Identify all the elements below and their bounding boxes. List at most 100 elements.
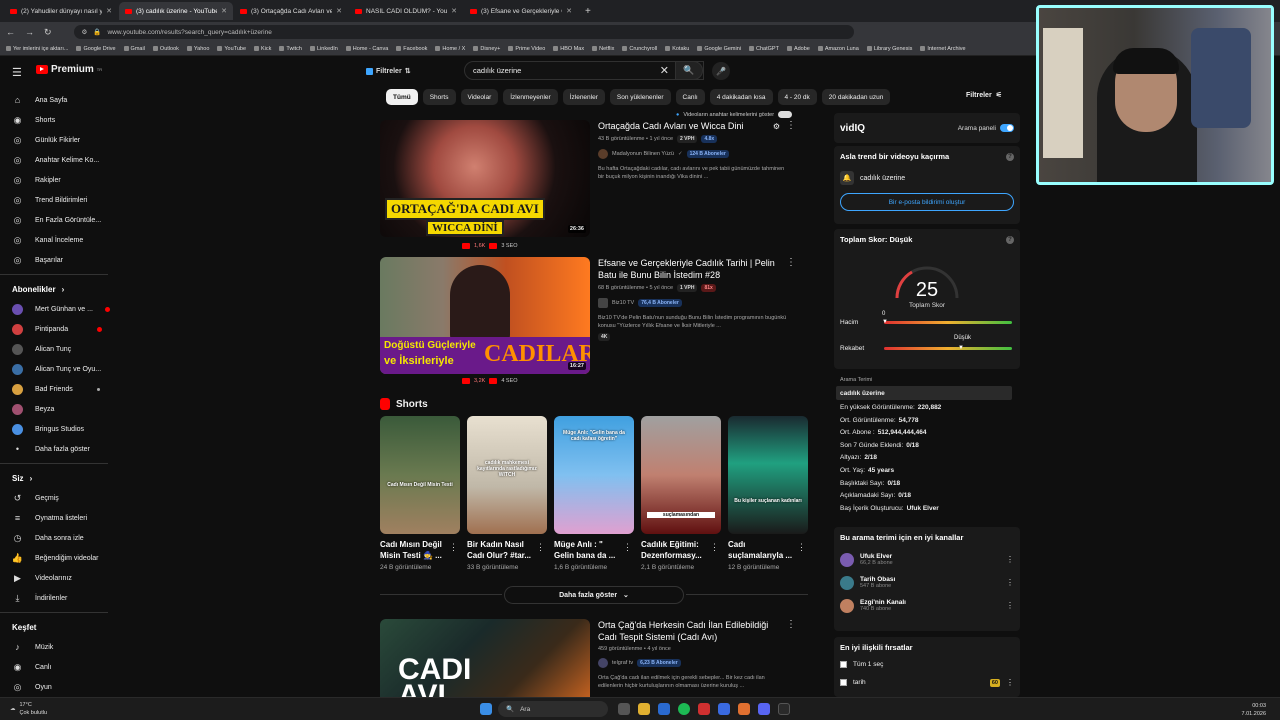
short-item[interactable]: cadılık mahkemesi kayıtlarında rastladığ…: [467, 416, 547, 571]
sidebar-item[interactable]: ◎ En Fazla Görüntüle...: [0, 210, 120, 230]
channel-link[interactable]: Madalyonun Bilinen Yüzü ✓ 124 B Aboneler: [598, 149, 788, 159]
short-title[interactable]: Cadı Mısın Değil Misin Testi 🧙 ...: [380, 539, 450, 561]
short-item[interactable]: suçlamasından Cadılık Eğitimi: Dezenforma…: [641, 416, 721, 571]
url-field[interactable]: ⚙ 🔒 www.youtube.com/results?search_query=c…: [73, 25, 854, 39]
bookmark-item[interactable]: YouTube: [217, 46, 246, 52]
video-result[interactable]: Doğüstü Güçleriyle ve İksirleriyle CADIL…: [380, 257, 796, 374]
short-title[interactable]: Cadılık Eğitimi: Dezenformasy...: [641, 539, 711, 561]
video-thumbnail[interactable]: Doğüstü Güçleriyle ve İksirleriyle CADIL…: [380, 257, 590, 374]
video-title[interactable]: Ortaçağda Cadı Avları ve Wicca Dini: [598, 120, 788, 132]
sidebar-item[interactable]: ◎ Kanal İnceleme: [0, 230, 120, 250]
top-channel-row[interactable]: Ufuk Elver 66,2 B abone ⋮: [840, 548, 1014, 571]
bookmark-item[interactable]: Outlook: [152, 46, 179, 52]
browser-tab[interactable]: (3) Efsane ve Gerçekleriyle Cadı✕: [464, 2, 578, 20]
short-title[interactable]: Bir Kadın Nasıl Cadı Olur? #tar...: [467, 539, 537, 561]
vidiq-gear-icon[interactable]: ⚙: [773, 122, 780, 131]
short-thumbnail[interactable]: Müge Anlı: "Gelin bana da cadı kafası öğ…: [554, 416, 634, 534]
clear-icon[interactable]: ✕: [660, 64, 669, 77]
sidebar-item[interactable]: ↺ Geçmiş: [0, 488, 120, 508]
app-icon[interactable]: [738, 703, 750, 715]
bookmark-item[interactable]: Netflix: [592, 46, 614, 52]
bookmark-item[interactable]: Facebook: [396, 46, 427, 52]
sidebar-item[interactable]: ♪ Müzik: [0, 637, 120, 657]
short-title[interactable]: Cadı suçlamalarıyla ...: [728, 539, 798, 561]
search-button[interactable]: 🔍: [675, 61, 703, 80]
short-item[interactable]: Müge Anlı: "Gelin bana da cadı kafası öğ…: [554, 416, 634, 571]
sidebar-item[interactable]: ▶ Videolarınız: [0, 568, 120, 588]
video-thumbnail[interactable]: ORTAÇAĞ'DA CADI AVI VE WICCA DİNİ 26:36: [380, 120, 590, 237]
checkbox[interactable]: [840, 661, 847, 668]
bookmark-item[interactable]: Gmail: [123, 46, 145, 52]
short-thumbnail[interactable]: Bu kişiler suçlanan kadınları: [728, 416, 808, 534]
browser-tab[interactable]: NASIL CADI OLDUM? - You ✕: [349, 2, 463, 20]
more-options-icon[interactable]: ⋮: [786, 257, 796, 268]
filter-chip[interactable]: Canlı: [675, 89, 705, 105]
filter-chip[interactable]: Son yüklenenler: [609, 89, 671, 105]
sidebar-item[interactable]: ⤓ İndirilenler: [0, 588, 120, 608]
sidebar-item[interactable]: Alican Tunç: [0, 339, 120, 359]
filter-chip[interactable]: 4 - 20 dk: [777, 89, 817, 105]
filter-chip[interactable]: İzlenenler: [562, 89, 605, 105]
mic-icon[interactable]: 🎤: [712, 62, 730, 80]
show-more-button[interactable]: Daha fazla göster ⌄: [504, 586, 684, 604]
close-tab-icon[interactable]: ✕: [221, 7, 227, 15]
more-options-icon[interactable]: ⋮: [449, 542, 458, 553]
sidebar-item[interactable]: • Daha fazla göster: [0, 439, 120, 459]
sidebar-item[interactable]: ◎ Günlük Fikirler: [0, 130, 120, 150]
sidebar-item[interactable]: Beyza: [0, 399, 120, 419]
sidebar-item[interactable]: ◎ Başarılar: [0, 250, 120, 270]
start-icon[interactable]: [480, 703, 492, 715]
short-item[interactable]: Bu kişiler suçlanan kadınları Cadı suçlam…: [728, 416, 808, 571]
create-email-alert-button[interactable]: Bir e-posta bildirimi oluştur: [840, 193, 1014, 211]
panel-toggle[interactable]: [1000, 124, 1014, 132]
task-view-icon[interactable]: [618, 703, 630, 715]
bookmark-item[interactable]: Google Gemini: [697, 46, 741, 52]
short-thumbnail[interactable]: Cadı Mısın Değil Misin Testi: [380, 416, 460, 534]
sidebar-item[interactable]: ◎ Oyun: [0, 677, 120, 697]
menu-icon[interactable]: ☰: [12, 66, 22, 79]
terminal-icon[interactable]: [778, 703, 790, 715]
sidebar-item[interactable]: ◎ Trend Bildirimleri: [0, 190, 120, 210]
sidebar-item[interactable]: ⌂ Ana Sayfa: [0, 90, 120, 110]
tune-icon[interactable]: ⚙: [82, 28, 88, 36]
bookmark-item[interactable]: ChatGPT: [749, 46, 779, 52]
video-result[interactable]: CADI AVI Orta Çağ'da Herkesin Cadı İlan …: [380, 619, 796, 697]
filter-chip[interactable]: 20 dakikadan uzun: [821, 89, 891, 105]
sidebar-item[interactable]: Pintipanda: [0, 319, 120, 339]
bookmark-item[interactable]: Google Drive: [76, 46, 116, 52]
video-title[interactable]: Orta Çağ'da Herkesin Cadı İlan Edilebild…: [598, 619, 788, 643]
more-options-icon[interactable]: ⋮: [1006, 601, 1014, 610]
help-icon[interactable]: ?: [1006, 235, 1014, 244]
bookmark-item[interactable]: Home / X: [435, 46, 465, 52]
filter-chip[interactable]: Videolar: [460, 89, 499, 105]
sidebar-section-header[interactable]: Siz ›: [0, 468, 120, 488]
app-icon[interactable]: [698, 703, 710, 715]
bookmark-item[interactable]: Kotaku: [665, 46, 689, 52]
filters-button[interactable]: Filtreler ⚟: [966, 91, 1002, 100]
toggle-switch[interactable]: [778, 111, 793, 118]
bookmark-item[interactable]: Disney+: [473, 46, 500, 52]
explorer-icon[interactable]: [638, 703, 650, 715]
back-icon[interactable]: ←: [6, 27, 15, 37]
discord-icon[interactable]: [758, 703, 770, 715]
bookmark-item[interactable]: Crunchyroll: [622, 46, 657, 52]
clock[interactable]: 00:03 7.01.2026: [1242, 702, 1266, 718]
sidebar-section-header[interactable]: Abonelikler ›: [0, 279, 120, 299]
vidiq-filters-button[interactable]: Filtreler ⇅: [366, 64, 411, 78]
sidebar-item[interactable]: ≡ Oynatma listeleri: [0, 508, 120, 528]
video-title[interactable]: Efsane ve Gerçekleriyle Cadılık Tarihi |…: [598, 257, 788, 281]
top-channel-row[interactable]: Ezgi'nin Kanalı 740 B abone ⋮: [840, 594, 1014, 617]
more-options-icon[interactable]: ⋮: [797, 542, 806, 553]
bookmark-item[interactable]: Yer imlerini içe aktarı...: [6, 46, 68, 52]
more-options-icon[interactable]: ⋮: [1006, 555, 1014, 564]
checkbox[interactable]: [840, 679, 847, 686]
sidebar-item[interactable]: ◎ Anahtar Kelime Ko...: [0, 150, 120, 170]
more-options-icon[interactable]: ⋮: [710, 542, 719, 553]
forward-icon[interactable]: →: [25, 27, 34, 37]
close-tab-icon[interactable]: ✕: [566, 7, 572, 15]
browser-tab[interactable]: (3) Ortaçağda Cadı Avları ve ✕: [234, 2, 348, 20]
sidebar-item[interactable]: ◷ Daha sonra izle: [0, 528, 120, 548]
channel-link[interactable]: telgraf tv 6,23 B Aboneler: [598, 658, 788, 668]
channel-link[interactable]: Biz10 TV 76,4 B Aboneler: [598, 298, 788, 308]
filter-chip[interactable]: Shorts: [422, 89, 456, 105]
